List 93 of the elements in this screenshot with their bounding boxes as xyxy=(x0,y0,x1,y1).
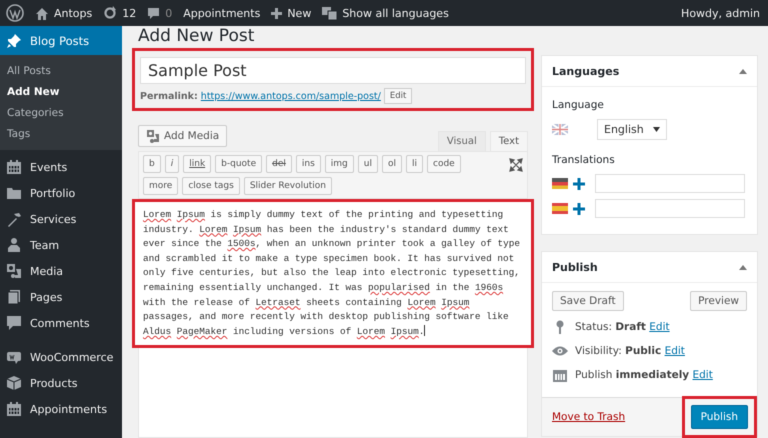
plus-icon xyxy=(271,8,282,18)
media-icon xyxy=(146,129,160,143)
menu-item[interactable]: Team xyxy=(0,232,122,258)
calendar-icon xyxy=(6,159,22,175)
box-title: Publish xyxy=(552,260,598,274)
hammer-icon xyxy=(6,211,22,227)
person-icon xyxy=(6,237,22,253)
fullscreen-icon[interactable] xyxy=(509,158,523,172)
box-title: Languages xyxy=(552,64,620,78)
edit-link[interactable]: Edit xyxy=(649,321,670,333)
permalink-label: Permalink: xyxy=(140,90,198,102)
submenu-item[interactable]: Tags xyxy=(0,124,122,145)
menu-item[interactable]: Portfolio xyxy=(0,180,122,206)
edit-button[interactable]: Edit xyxy=(384,88,412,104)
format-button[interactable]: li xyxy=(406,155,424,173)
format-button[interactable]: link xyxy=(183,155,212,173)
format-button[interactable]: i xyxy=(164,155,180,173)
text-cursor xyxy=(424,324,426,336)
languages-link[interactable]: Show all languages xyxy=(322,6,449,20)
permalink-link[interactable]: https://www.antops.com/sample-post/ xyxy=(200,90,381,102)
collapse-arrow-icon[interactable] xyxy=(739,264,747,270)
comments-link[interactable]: 0 xyxy=(147,6,172,20)
menu-item[interactable]: WooCommerce xyxy=(0,344,122,370)
menu-item[interactable]: Media xyxy=(0,258,122,284)
trash-link[interactable]: Move to Trash xyxy=(552,411,626,423)
account-link[interactable]: Howdy, admin xyxy=(681,6,760,20)
menu-item[interactable]: Products xyxy=(0,370,122,396)
format-button[interactable]: ol xyxy=(382,155,402,173)
uk-flag-icon xyxy=(552,124,568,135)
refresh-icon xyxy=(103,6,118,20)
format-button[interactable]: code xyxy=(427,155,461,173)
folder-icon xyxy=(6,185,22,201)
editor-textarea[interactable]: Lorem Ipsum is simply dummy text of the printing and typesetting industry. Lorem Ipsum has been the industry's standard dummy text ever since the 1500s, when an unknown printer took a galley of type and scrambled it to make a type specimen book. It has survived not only five centuries, but also the leap into electronic typesetting, remaining essentially unchanged. It was popularised in the 1960s with the release of Letraset sheets containing Lorem Ipsum passages, and more recently with desktop publishing software like Aldus PageMaker including versions of Lorem Ipsum. xyxy=(143,208,523,340)
title-field[interactable]: Sample Post xyxy=(140,57,526,84)
field-label: Language xyxy=(552,99,605,111)
box-icon xyxy=(6,375,22,391)
status-text: Status: Draft Edit xyxy=(575,321,670,333)
format-button[interactable]: b xyxy=(143,155,161,173)
speech-bubble-icon xyxy=(6,315,22,331)
pin-icon xyxy=(555,320,565,334)
german-flag-icon xyxy=(552,178,568,189)
format-button[interactable]: img xyxy=(324,155,354,173)
format-button[interactable]: del xyxy=(266,155,292,173)
translate-icon xyxy=(322,6,338,20)
home-icon xyxy=(35,6,49,20)
menu-item[interactable]: Blog Posts xyxy=(0,26,122,55)
submenu-item[interactable]: All Posts xyxy=(0,61,122,82)
edit-link[interactable]: Edit xyxy=(692,369,713,381)
caret-icon xyxy=(652,127,660,132)
plus-icon[interactable] xyxy=(573,202,585,214)
add-media-button[interactable]: Add Media xyxy=(138,125,228,147)
appointments-link[interactable]: Appointments xyxy=(183,6,260,20)
speech-bubble-icon xyxy=(147,6,160,20)
menu-item[interactable]: Events xyxy=(0,154,122,180)
format-button[interactable]: more xyxy=(143,177,178,195)
pages-icon xyxy=(6,289,22,305)
publish-button[interactable]: Publish xyxy=(690,405,748,429)
edit-link[interactable]: Edit xyxy=(664,345,685,357)
new-link[interactable]: New xyxy=(271,6,312,20)
submenu-item[interactable]: Categories xyxy=(0,103,122,124)
wordpress-logo-icon[interactable] xyxy=(6,4,24,22)
page-title: Add New Post xyxy=(137,26,256,48)
eye-icon xyxy=(552,346,568,356)
menu-item[interactable]: Comments xyxy=(0,310,122,336)
updates-link[interactable]: 12 xyxy=(103,6,136,20)
editor-tab[interactable]: Text xyxy=(490,131,528,151)
format-button[interactable]: ins xyxy=(296,155,321,173)
format-button[interactable]: ul xyxy=(358,155,378,173)
format-button[interactable]: Slider Revolution xyxy=(244,177,332,195)
calendar-icon xyxy=(6,401,22,417)
visibility-text: Visibility: Public Edit xyxy=(575,345,685,357)
menu-item[interactable]: Services xyxy=(0,206,122,232)
media-icon xyxy=(6,263,22,279)
site-link[interactable]: Antops xyxy=(35,6,92,20)
plus-icon[interactable] xyxy=(573,178,585,190)
spanish-flag-icon xyxy=(552,203,568,214)
save-draft-button[interactable]: Save Draft xyxy=(552,291,624,311)
field-label: Translations xyxy=(552,154,616,166)
woo-icon xyxy=(6,349,22,365)
format-button[interactable]: close tags xyxy=(182,177,240,195)
format-button[interactable]: b-quote xyxy=(215,155,262,173)
language-select[interactable]: English xyxy=(597,119,667,140)
preview-button[interactable]: Preview xyxy=(690,291,747,311)
editor-tab[interactable]: Visual xyxy=(438,131,486,151)
calendar-icon xyxy=(553,368,567,382)
submenu-item[interactable]: Add New xyxy=(0,82,122,103)
menu-item[interactable]: Appointments xyxy=(0,396,122,422)
pushpin-icon xyxy=(6,32,22,48)
collapse-arrow-icon[interactable] xyxy=(739,68,747,74)
translation-field[interactable] xyxy=(595,199,745,218)
schedule-text: Publish immediately Edit xyxy=(575,369,713,381)
menu-item[interactable]: Pages xyxy=(0,284,122,310)
translation-field[interactable] xyxy=(595,174,745,193)
